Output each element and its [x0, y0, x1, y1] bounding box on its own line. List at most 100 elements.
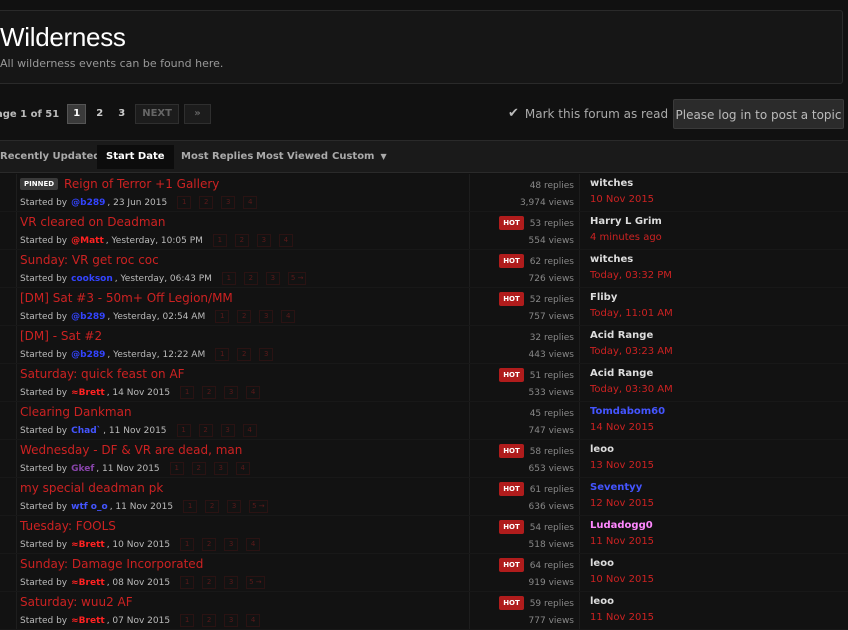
author-link[interactable]: @b289	[71, 198, 105, 208]
page-link-2[interactable]: 2	[91, 105, 108, 123]
topic-page-link[interactable]: 2	[191, 462, 206, 475]
last-post-time-link[interactable]: Today, 03:23 AM	[590, 346, 673, 357]
last-post-time-link[interactable]: 10 Nov 2015	[590, 194, 654, 205]
tab-most-replies[interactable]: Most Replies	[181, 145, 253, 169]
topic-page-link[interactable]: 3	[265, 272, 280, 285]
topic-page-link[interactable]: 3	[213, 462, 228, 475]
topic-page-link[interactable]: 3	[259, 310, 274, 323]
topic-page-link[interactable]: 3	[224, 386, 239, 399]
topic-title-link[interactable]: Saturday: wuu2 AF	[20, 595, 133, 609]
last-poster-link[interactable]: Tomdabom60	[590, 406, 665, 417]
topic-page-link[interactable]: 1	[215, 310, 230, 323]
topic-page-link[interactable]: 2	[202, 576, 217, 589]
last-post-time-link[interactable]: 14 Nov 2015	[590, 422, 654, 433]
topic-title-link[interactable]: Saturday: quick feast on AF	[20, 367, 185, 381]
topic-page-link[interactable]: 1	[169, 462, 184, 475]
login-to-post-button[interactable]: Please log in to post a topic	[673, 99, 844, 129]
topic-page-link[interactable]: 1	[183, 500, 198, 513]
author-link[interactable]: @b289	[71, 350, 105, 360]
topic-page-link[interactable]: 1	[212, 234, 227, 247]
last-poster-link[interactable]: Ludadogg0	[590, 520, 653, 531]
topic-page-link[interactable]: 5 →	[246, 576, 265, 589]
last-post-time-link[interactable]: 12 Nov 2015	[590, 498, 654, 509]
last-poster-link[interactable]: leoo	[590, 596, 614, 607]
topic-page-link[interactable]: 3	[220, 424, 235, 437]
last-poster-link[interactable]: witches	[590, 254, 633, 265]
last-post-time-link[interactable]: Today, 03:30 AM	[590, 384, 673, 395]
last-poster-link[interactable]: leoo	[590, 558, 614, 569]
author-link[interactable]: ≈Brett	[71, 616, 105, 626]
last-page-button[interactable]: »	[183, 104, 211, 124]
topic-page-link[interactable]: 5 →	[287, 272, 307, 285]
author-link[interactable]: Chad`	[71, 426, 101, 436]
topic-page-link[interactable]: 2	[202, 538, 217, 551]
author-link[interactable]: cookson	[71, 274, 113, 284]
topic-page-link[interactable]: 3	[221, 196, 236, 209]
last-poster-link[interactable]: Acid Range	[590, 330, 653, 341]
topic-page-link[interactable]: 1	[177, 196, 192, 209]
last-post-time-link[interactable]: 11 Nov 2015	[590, 612, 654, 623]
topic-page-link[interactable]: 2	[237, 348, 252, 361]
author-link[interactable]: @b289	[71, 312, 105, 322]
last-post-time-link[interactable]: 10 Nov 2015	[590, 574, 654, 585]
page-link-1[interactable]: 1	[67, 104, 87, 124]
topic-page-link[interactable]: 2	[205, 500, 220, 513]
topic-page-link[interactable]: 1	[176, 424, 191, 437]
mark-forum-read-link[interactable]: ✔ Mark this forum as read	[508, 106, 668, 121]
topic-title-link[interactable]: Sunday: VR get roc coc	[20, 253, 159, 267]
topic-page-link[interactable]: 1	[180, 538, 195, 551]
topic-page-link[interactable]: 3	[224, 538, 239, 551]
last-poster-link[interactable]: leoo	[590, 444, 614, 455]
topic-title-link[interactable]: Sunday: Damage Incorporated	[20, 557, 203, 571]
last-post-time-link[interactable]: 13 Nov 2015	[590, 460, 654, 471]
topic-page-link[interactable]: 2	[237, 310, 252, 323]
author-link[interactable]: ≈Brett	[71, 540, 105, 550]
topic-page-link[interactable]: 2	[202, 386, 217, 399]
author-link[interactable]: @Matt	[71, 236, 104, 246]
topic-title-link[interactable]: VR cleared on Deadman	[20, 215, 166, 229]
topic-title-link[interactable]: Clearing Dankman	[20, 405, 132, 419]
topic-page-link[interactable]: 1	[221, 272, 236, 285]
topic-page-link[interactable]: 3	[224, 576, 239, 589]
last-poster-link[interactable]: Seventyy	[590, 482, 642, 493]
topic-page-link[interactable]: 4	[242, 424, 257, 437]
topic-page-link[interactable]: 2	[199, 196, 214, 209]
last-poster-link[interactable]: witches	[590, 178, 633, 189]
tab-most-viewed[interactable]: Most Viewed	[256, 145, 328, 169]
author-link[interactable]: wtf o_o	[71, 502, 108, 512]
tab-start-date[interactable]: Start Date	[97, 145, 174, 169]
topic-page-link[interactable]: 4	[246, 386, 261, 399]
topic-page-link[interactable]: 4	[278, 234, 293, 247]
last-poster-link[interactable]: Acid Range	[590, 368, 653, 379]
topic-page-link[interactable]: 4	[281, 310, 296, 323]
last-post-time-link[interactable]: Today, 03:32 PM	[590, 270, 672, 281]
topic-page-link[interactable]: 1	[215, 348, 230, 361]
last-post-time-link[interactable]: 4 minutes ago	[590, 232, 662, 243]
last-poster-link[interactable]: Harry L Grim	[590, 216, 662, 227]
topic-page-link[interactable]: 2	[198, 424, 213, 437]
topic-page-link[interactable]: 3	[227, 500, 242, 513]
author-link[interactable]: ≈Brett	[71, 388, 105, 398]
topic-page-link[interactable]: 2	[243, 272, 258, 285]
topic-page-link[interactable]: 5 →	[249, 500, 268, 513]
topic-title-link[interactable]: my special deadman pk	[20, 481, 163, 495]
tab-recently-updated[interactable]: Recently Updated	[0, 145, 100, 169]
topic-page-link[interactable]: 3	[259, 348, 274, 361]
author-link[interactable]: Gkef	[71, 464, 94, 474]
next-page-button[interactable]: NEXT	[135, 104, 179, 124]
topic-page-link[interactable]: 4	[246, 538, 261, 551]
topic-page-link[interactable]: 1	[180, 386, 195, 399]
author-link[interactable]: ≈Brett	[71, 578, 105, 588]
topic-title-link[interactable]: Wednesday - DF & VR are dead, man	[20, 443, 242, 457]
topic-page-link[interactable]: 1	[180, 576, 195, 589]
topic-page-link[interactable]: 4	[235, 462, 250, 475]
topic-title-link[interactable]: [DM] - Sat #2	[20, 329, 102, 343]
last-poster-link[interactable]: Fliby	[590, 292, 617, 303]
last-post-time-link[interactable]: Today, 11:01 AM	[590, 308, 673, 319]
topic-page-link[interactable]: 4	[243, 196, 258, 209]
page-link-3[interactable]: 3	[113, 105, 130, 123]
topic-title-link[interactable]: Tuesday: FOOLS	[20, 519, 116, 533]
last-post-time-link[interactable]: 11 Nov 2015	[590, 536, 654, 547]
topic-page-link[interactable]: 3	[256, 234, 271, 247]
topic-page-link[interactable]: 2	[234, 234, 249, 247]
